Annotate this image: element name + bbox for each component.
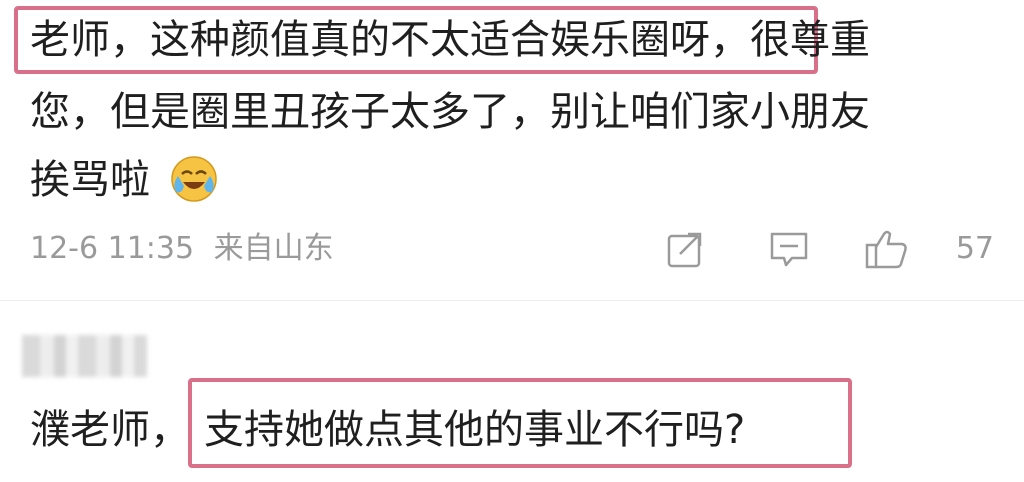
- share-icon[interactable]: [664, 228, 706, 270]
- blurred-username: [22, 335, 147, 377]
- comment-item-1: 老师，这种颜值真的不太适合娱乐圈呀，很尊重 您，但是圈里丑孩子太多了，别让咱们家…: [0, 0, 1024, 300]
- comment-2-prefix: 濮老师，: [30, 407, 190, 453]
- comment-text-line-1: 老师，这种颜值真的不太适合娱乐圈呀，很尊重: [30, 12, 870, 68]
- like-count: 57: [955, 231, 994, 266]
- comment-text-line-2: 您，但是圈里丑孩子太多了，别让咱们家小朋友: [30, 89, 870, 135]
- comment-text-line-3: 挨骂啦: [30, 152, 219, 208]
- comment-text-2: 濮老师， 支持她做点其他的事业不行吗?: [30, 402, 745, 458]
- comment-meta: 12-6 11:35 来自山东 57: [30, 224, 994, 274]
- comment-text-rest: 很尊重: [750, 17, 870, 63]
- comment-text-line-3-text: 挨骂啦: [30, 157, 150, 203]
- comment-time-location: 12-6 11:35 来自山东: [30, 224, 334, 274]
- like-icon[interactable]: [864, 228, 912, 270]
- laugh-cry-emoji-icon: [169, 154, 219, 204]
- comment-divider: [0, 300, 1024, 301]
- comment-2-highlighted-text: 支持她做点其他的事业不行吗?: [204, 407, 746, 453]
- comment-highlighted-text: 老师，这种颜值真的不太适合娱乐圈呀，: [30, 17, 750, 63]
- comment-icon[interactable]: [768, 228, 810, 270]
- comment-actions: 57: [664, 224, 994, 274]
- comment-location: 来自山东: [213, 231, 334, 266]
- comment-timestamp: 12-6 11:35: [30, 231, 195, 266]
